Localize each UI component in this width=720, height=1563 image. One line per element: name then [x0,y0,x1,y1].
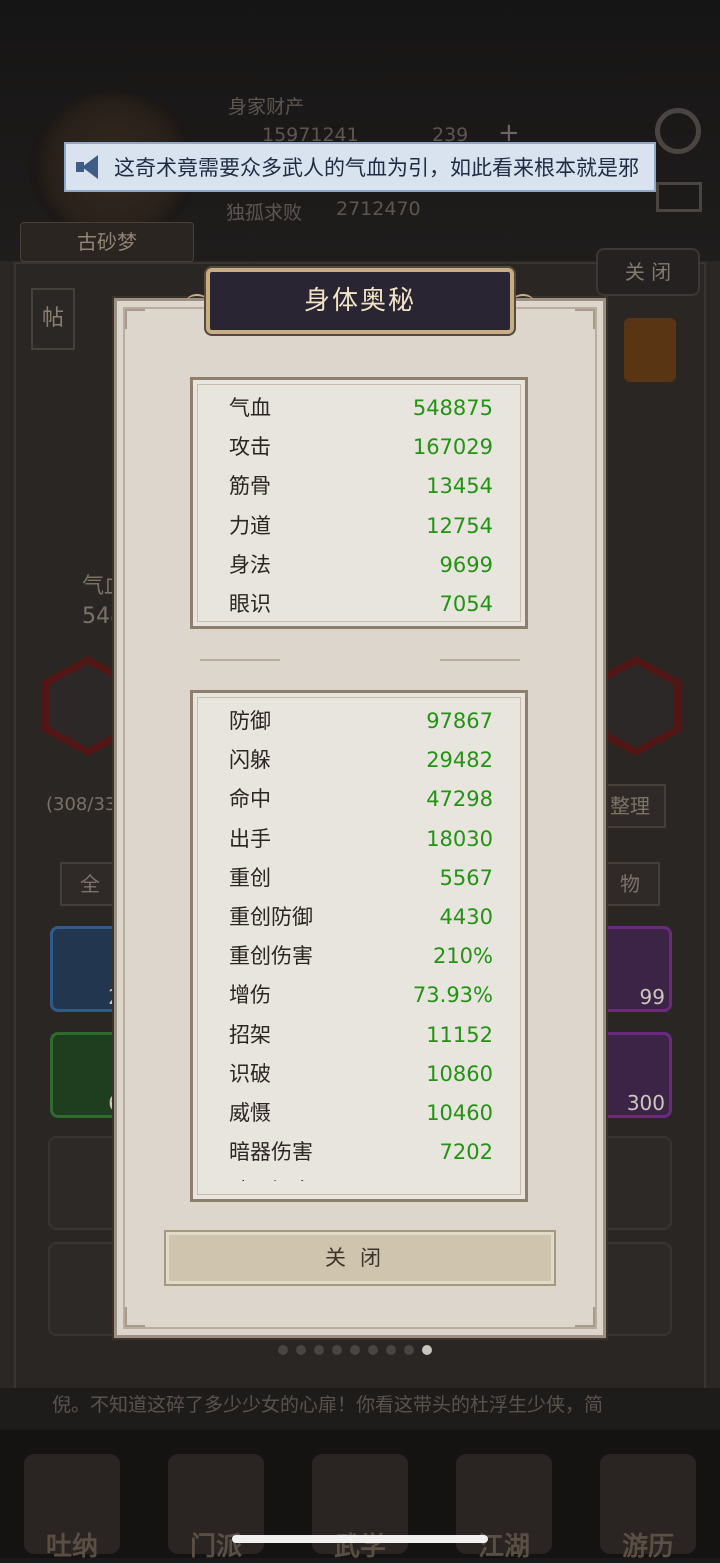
stat-value: 210% [432,944,493,969]
stat-name: 暗器伤害 [229,1140,313,1165]
nav-sect-label: 门派 [189,1532,242,1562]
stat-row: 识破 10860 [229,1055,493,1094]
tie-button[interactable]: 帖 [31,288,75,350]
tab-items[interactable]: 物 [600,862,660,906]
divider-right [410,656,520,664]
stat-row: 威慑 10460 [229,1094,493,1133]
stat-row: 重创 5567 [229,859,493,898]
stat-name: 招架 [229,1022,271,1047]
stat-value: 548875 [412,396,493,420]
nav-travel-label: 游历 [621,1532,674,1562]
stat-value: 29482 [426,748,493,773]
stat-value: 10860 [426,1061,493,1086]
stat-name: 威慑 [229,1101,271,1125]
rank-title: 独孤求败 [226,202,303,224]
page-dot [386,1345,396,1355]
stat-value: 4430 [439,905,493,929]
combat-stats-box[interactable]: 防御 97867 闪躲 29482 命中 47298 出手 18030 重创 5567 重创防御 44… [190,690,528,1202]
page-dot [296,1345,306,1355]
nav-breath-label: 吐纳 [45,1532,98,1562]
announcement-text: 这奇术竟需要众多武人的气血为引，如此看来根本就是邪 [114,156,639,180]
nav-martial-label: 武学 [333,1532,386,1562]
stat-name: 身法 [229,552,271,577]
page-indicator [278,1345,432,1357]
stat-value: 7054 [439,592,493,616]
tab-all[interactable]: 全 [60,862,120,906]
stat-value: 13.80% [413,1172,493,1181]
stat-name: 力道 [229,513,271,538]
dialog-title-plate: 身体奥秘 [206,268,514,334]
stat-row: 重创防御 4430 [229,898,493,937]
page-dot [332,1345,342,1355]
stat-name: 闪躲 [229,748,271,773]
stat-row: 出手 18030 [229,820,493,859]
stat-name: 出手 [229,826,271,851]
stat-row: 力道 12754 [229,507,493,546]
title-ornament-left [186,294,208,310]
stat-value: 167029 [412,435,493,460]
player-name: 古砂梦 [20,222,194,262]
stat-value: 13454 [426,474,493,499]
stat-value: 5567 [439,865,493,890]
stat-row: 防御 97867 [229,702,493,741]
story-ticker: 倪。不知道这碎了多少少女的心扉！你看这带头的杜浮生少侠，简 [0,1388,720,1432]
stat-name: 重创 [229,865,271,890]
stat-name: 眼识 [229,592,271,616]
page-dot [278,1345,288,1355]
bag-count: (308/33 [46,794,117,815]
background-close-button[interactable]: 关 闭 [596,248,700,296]
stat-value: 73.93% [412,983,493,1008]
stat-name: 攻击 [229,435,271,460]
basic-stats-box: 气血 548875 攻击 167029 筋骨 13454 力道 12754 身法 9699 眼识 70… [190,377,528,629]
stat-name: 防御 [229,709,271,733]
charm-icon[interactable] [624,318,676,382]
stat-row: 筋骨 13454 [229,467,493,506]
stat-name: 破骨概率 [229,1172,313,1181]
home-indicator[interactable] [232,1535,488,1543]
stat-value: 7202 [439,1140,493,1165]
stat-row: 命中 47298 [229,780,493,819]
close-button[interactable]: 关闭 [164,1230,556,1286]
stat-row: 招架 11152 [229,1016,493,1055]
announcement-marquee: 这奇术竟需要众多武人的气血为引，如此看来根本就是邪 [64,142,656,192]
gear-icon[interactable] [655,108,701,154]
stat-row: 增伤 73.93% [229,976,493,1015]
stat-row: 身法 9699 [229,546,493,585]
page-dot [404,1345,414,1355]
stat-row: 眼识 7054 [229,585,493,624]
stat-row: 气血 548875 [229,389,493,428]
stat-name: 重创防御 [229,905,313,929]
nav-jianghu-label: 江湖 [477,1532,530,1562]
stat-value: 9699 [439,552,493,577]
stat-row: 闪躲 29482 [229,741,493,780]
stat-row: 攻击 167029 [229,428,493,467]
stat-value: 12754 [426,513,493,538]
divider-left [200,656,310,664]
dialog-title: 身体奥秘 [303,286,416,316]
stat-name: 气血 [229,396,271,420]
stat-name: 重创伤害 [229,944,313,969]
stat-name: 识破 [229,1061,271,1086]
title-ornament-right [512,294,534,310]
assets-label: 身家财产 [228,96,305,118]
stat-name: 命中 [229,787,271,812]
mail-icon[interactable] [656,182,702,212]
page-dot [368,1345,378,1355]
stat-value: 11152 [426,1022,493,1047]
page-dot [314,1345,324,1355]
stat-row: 暗器伤害 7202 [229,1133,493,1172]
stat-name: 筋骨 [229,474,271,499]
stat-value: 18030 [426,826,493,851]
stat-row: 重创伤害 210% [229,937,493,976]
stat-name: 增伤 [229,983,271,1008]
speaker-icon [76,155,104,179]
rank-value: 2712470 [336,198,421,220]
stat-row: 破骨概率 13.80% [229,1172,493,1181]
stat-value: 10460 [426,1101,493,1125]
page-dot [422,1345,432,1355]
stat-value: 97867 [426,709,493,733]
page-dot [350,1345,360,1355]
stat-value: 47298 [426,787,493,812]
